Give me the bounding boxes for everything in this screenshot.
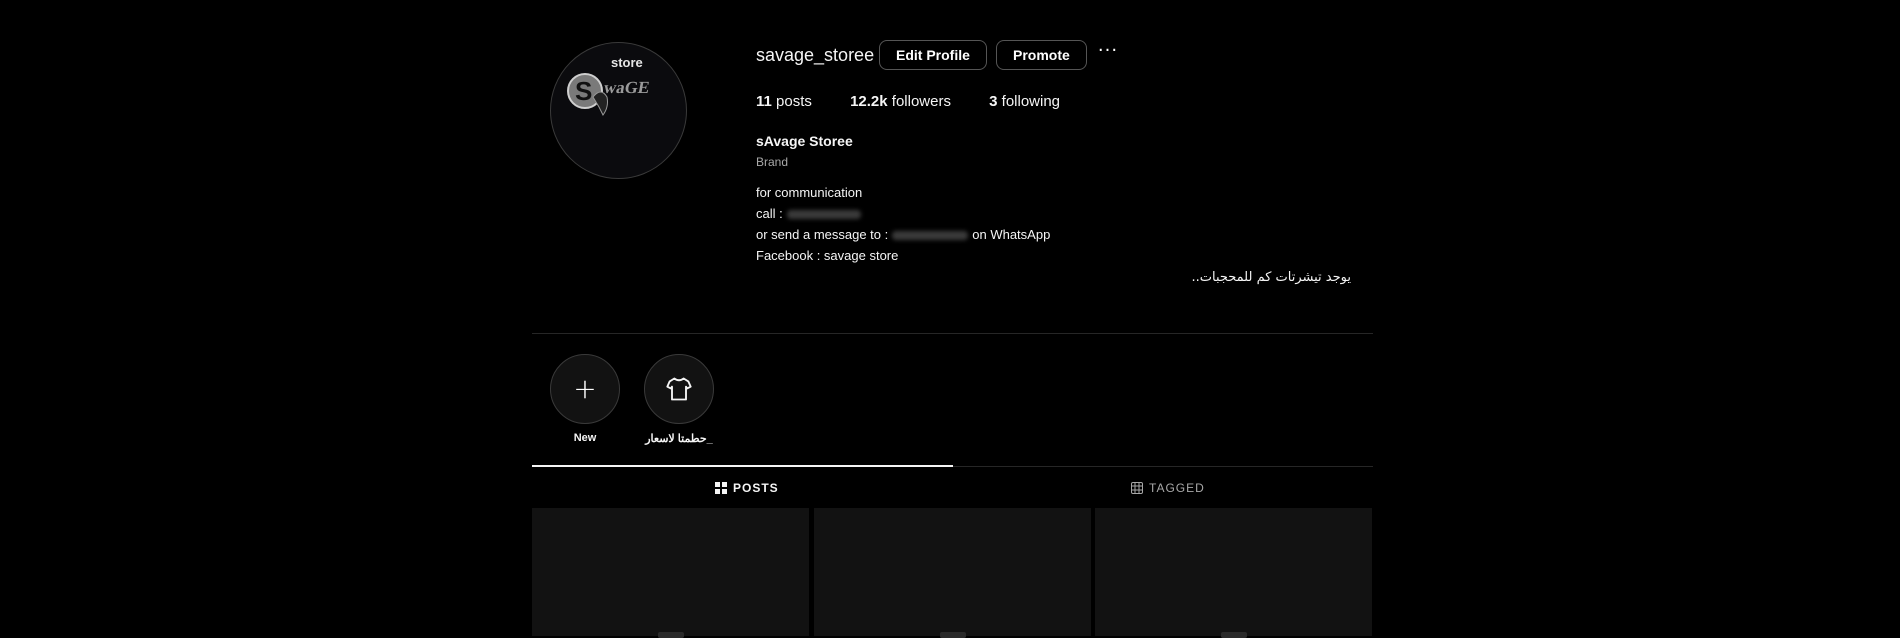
following-stat[interactable]: 3 following	[989, 93, 1060, 110]
tab-posts[interactable]: POSTS	[715, 481, 779, 495]
followers-stat[interactable]: 12.2k followers	[850, 93, 951, 110]
section-divider	[532, 333, 1373, 334]
profile-stats: 11 posts 12.2k followers 3 following	[756, 93, 1094, 110]
highlight-label: New	[573, 432, 597, 444]
post-thumbnail[interactable]	[532, 508, 809, 638]
followers-label: followers	[891, 93, 951, 110]
logo-text-bottom: waGE	[602, 78, 652, 97]
plus-icon: +	[573, 372, 597, 405]
post-placeholder	[1221, 632, 1247, 638]
edit-profile-button[interactable]: Edit Profile	[879, 40, 987, 70]
tagged-icon	[1131, 482, 1143, 494]
followers-count: 12.2k	[850, 93, 888, 110]
promote-button[interactable]: Promote	[996, 40, 1087, 70]
bio-call-label: call :	[756, 206, 783, 221]
bio-line: or send a message to : on WhatsApp	[756, 224, 1050, 245]
highlight-prices[interactable]: حطمتا لاسعار_	[644, 354, 714, 445]
bio-line: Facebook : savage store	[756, 248, 899, 263]
profile-category: Brand	[756, 155, 789, 169]
profile-username: savage_storee	[756, 45, 875, 65]
highlight-circle	[644, 354, 714, 424]
posts-stat: 11 posts	[756, 93, 812, 110]
post-thumbnail[interactable]	[814, 508, 1091, 638]
logo-text-store: store	[611, 55, 643, 70]
highlight-new[interactable]: + New	[550, 354, 620, 444]
profile-page: S store waGE savage_storee Edit Profile …	[532, 0, 1373, 638]
highlight-label: حطمتا لاسعار_	[645, 433, 713, 445]
following-label: following	[1001, 93, 1061, 110]
active-tab-indicator	[532, 465, 953, 467]
bio-line: call :	[756, 203, 1050, 224]
tab-tagged[interactable]: TAGGED	[1131, 481, 1205, 495]
redacted-phone	[786, 210, 861, 220]
tab-posts-label: POSTS	[733, 481, 779, 495]
tshirt-icon	[666, 377, 692, 401]
bio-message-label: or send a message to :	[756, 227, 889, 242]
more-options-icon[interactable]: ···	[1097, 42, 1119, 64]
following-count: 3	[989, 93, 998, 110]
profile-bio: for communication call : or send a messa…	[756, 182, 1050, 266]
display-name: sAvage Storee	[756, 133, 853, 149]
post-placeholder	[940, 632, 966, 638]
highlight-circle: +	[550, 354, 620, 424]
bio-whatsapp-label: on WhatsApp	[972, 227, 1051, 242]
bio-arabic-line: يوجد تيشرتات كم للمحجبات..	[1191, 270, 1351, 285]
posts-count: 11	[756, 93, 772, 110]
post-thumbnail[interactable]	[1095, 508, 1372, 638]
post-placeholder	[658, 632, 684, 638]
profile-avatar[interactable]: S store waGE	[550, 42, 687, 179]
bio-line: for communication	[756, 185, 863, 200]
redacted-phone	[892, 231, 969, 241]
grid-icon	[715, 482, 727, 494]
svg-text:S: S	[575, 76, 592, 106]
tab-tagged-label: TAGGED	[1149, 481, 1205, 495]
posts-label: posts	[776, 93, 812, 110]
